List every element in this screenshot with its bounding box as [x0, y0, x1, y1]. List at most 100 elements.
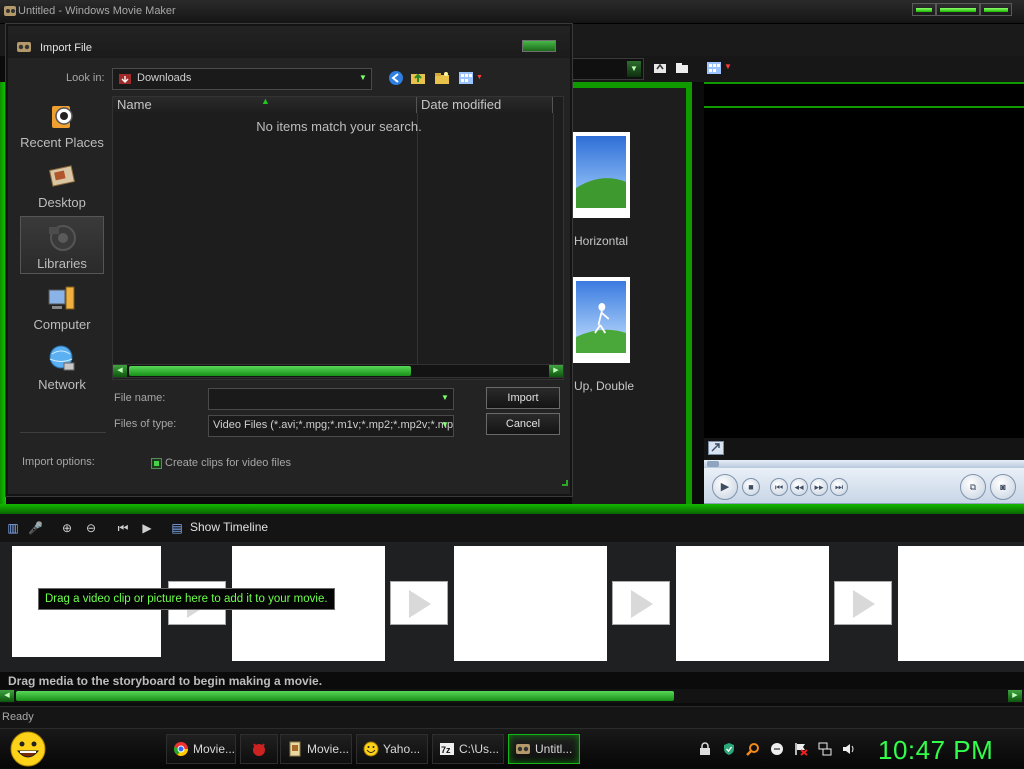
preview-screen — [704, 108, 1024, 438]
taskbar-item-chrome[interactable]: Movie... — [166, 734, 236, 764]
storyboard-scrollbar[interactable]: ◀ ▶ — [0, 689, 1024, 703]
split-clip-icon[interactable]: ⧉ — [960, 474, 986, 500]
view-dropdown-arrow-icon[interactable]: ▼ — [724, 62, 732, 71]
scroll-right-icon[interactable]: ▶ — [1008, 690, 1022, 702]
lock-icon[interactable] — [698, 742, 712, 756]
zoom-out-icon[interactable]: ⊖ — [84, 521, 98, 535]
scroll-right-icon[interactable]: ▶ — [549, 365, 563, 377]
chevron-down-icon: ▼ — [627, 61, 641, 77]
zoom-in-icon[interactable]: ⊕ — [60, 521, 74, 535]
next-frame-icon[interactable]: ⏭ — [830, 478, 848, 496]
storyboard-hint: Drag media to the storyboard to begin ma… — [8, 674, 323, 688]
taskbar-item-movie-maker[interactable]: Untitl... — [508, 734, 580, 764]
maximize-button[interactable] — [936, 3, 980, 16]
fast-forward-icon[interactable]: ▸▸ — [810, 478, 828, 496]
transition-slot[interactable] — [390, 581, 448, 625]
file-name-input[interactable]: ▼ — [208, 388, 454, 410]
take-picture-icon[interactable]: ◙ — [990, 474, 1016, 500]
taskbar-item-movie[interactable]: Movie... — [280, 734, 352, 764]
movie-maker-icon — [4, 6, 16, 16]
new-folder-icon[interactable] — [674, 60, 690, 76]
rewind-icon[interactable]: ◂◂ — [790, 478, 808, 496]
cancel-button[interactable]: Cancel — [486, 413, 560, 435]
place-recent-places[interactable]: Recent Places — [20, 96, 104, 154]
storyboard-slot[interactable] — [454, 546, 607, 661]
network-status-icon[interactable] — [818, 742, 832, 756]
column-header-name[interactable]: Name ▲ — [113, 96, 417, 113]
taskbar-item-devil[interactable] — [240, 734, 278, 764]
column-header-date-modified[interactable]: Date modified — [417, 97, 553, 113]
create-clips-checkbox[interactable] — [151, 458, 162, 469]
place-libraries[interactable]: Libraries — [20, 216, 104, 274]
place-network[interactable]: Network — [20, 338, 104, 396]
yahoo-messenger-icon — [363, 741, 379, 757]
taskbar: Movie... Movie... Yaho... 7z C:\Us... Un… — [0, 728, 1024, 768]
collections-dropdown[interactable]: ▼ — [572, 58, 644, 80]
collection-pane: Horizontal Up, Double — [572, 82, 692, 506]
show-timeline-button[interactable]: Show Timeline — [190, 520, 268, 534]
seek-bar[interactable] — [704, 460, 1024, 468]
resize-grip[interactable] — [562, 480, 568, 486]
play-storyboard-icon[interactable]: ▶ — [140, 521, 154, 535]
movie-maker-icon — [17, 42, 31, 52]
set-audio-levels-icon[interactable]: ▥ — [6, 521, 20, 535]
back-icon[interactable] — [388, 70, 404, 86]
taskbar-item-yahoo[interactable]: Yaho... — [356, 734, 428, 764]
collections-toolbar: ▼ ▼ — [572, 56, 1024, 82]
movie-maker-icon — [516, 744, 530, 754]
computer-icon — [48, 286, 75, 310]
collection-item-thumbnail[interactable] — [572, 132, 630, 218]
new-folder-icon[interactable] — [434, 70, 450, 86]
places-separator — [20, 432, 106, 433]
view-menu-icon[interactable] — [458, 70, 474, 86]
import-button[interactable]: Import — [486, 387, 560, 409]
storyboard-slot[interactable] — [676, 546, 829, 661]
close-window-button[interactable] — [980, 3, 1012, 16]
look-in-dropdown[interactable]: Downloads ▼ — [112, 68, 372, 90]
shield-icon[interactable] — [722, 742, 736, 756]
view-options-icon[interactable] — [706, 60, 722, 76]
dialog-close-button[interactable] — [522, 40, 556, 52]
rewind-storyboard-icon[interactable]: ⏮ — [116, 521, 130, 535]
place-computer[interactable]: Computer — [20, 278, 104, 336]
view-menu-arrow-icon[interactable]: ▼ — [476, 74, 483, 81]
files-of-type-dropdown[interactable]: Video Files (*.avi;*.mpg;*.m1v;*.mp2;*.m… — [208, 415, 454, 437]
place-desktop[interactable]: Desktop — [20, 156, 104, 214]
dialog-title: Import File — [40, 42, 92, 54]
play-icon[interactable]: ▶ — [712, 474, 738, 500]
storyboard-slot[interactable] — [898, 546, 1024, 661]
look-in-label: Look in: — [66, 72, 105, 84]
detach-player-icon[interactable] — [708, 441, 724, 455]
narrate-icon[interactable]: 🎤 — [28, 521, 43, 535]
file-list-scrollbar[interactable]: ◀ ▶ — [112, 364, 564, 378]
transition-slot[interactable] — [612, 581, 670, 625]
svg-text:7z: 7z — [441, 745, 451, 755]
stop-icon[interactable]: ■ — [742, 478, 760, 496]
collection-item-thumbnail[interactable] — [572, 277, 630, 363]
scroll-thumb[interactable] — [16, 691, 674, 701]
taskbar-item-7zip[interactable]: 7z C:\Us... — [432, 734, 504, 764]
storyboard-toolbar: ▥ 🎤 ⊕ ⊖ ⏮ ▶ ▤ — [0, 514, 1024, 542]
scroll-left-icon[interactable]: ◀ — [113, 365, 127, 377]
timeline-icon[interactable]: ▤ — [170, 521, 184, 535]
previous-frame-icon[interactable]: ⏮ — [770, 478, 788, 496]
downloads-folder-icon — [119, 74, 131, 84]
transition-slot[interactable] — [834, 581, 892, 625]
action-center-flag-icon[interactable] — [794, 742, 808, 756]
file-list[interactable]: Name ▲ Date modified No items match your… — [112, 96, 564, 380]
volume-icon[interactable] — [842, 742, 856, 756]
place-label: Recent Places — [20, 135, 104, 150]
column-divider — [417, 113, 418, 365]
search-icon[interactable] — [746, 742, 760, 756]
scroll-thumb[interactable] — [129, 366, 411, 376]
desktop-icon — [48, 165, 76, 187]
seek-thumb[interactable] — [707, 461, 719, 467]
messenger-status-icon[interactable] — [770, 742, 784, 756]
start-button-smiley-icon[interactable] — [6, 729, 50, 769]
up-folder-icon[interactable] — [410, 70, 426, 86]
taskbar-clock[interactable]: 10:47 PM — [878, 735, 993, 766]
empty-list-message: No items match your search. — [256, 119, 422, 134]
scroll-left-icon[interactable]: ◀ — [0, 690, 14, 702]
up-folder-icon[interactable] — [652, 60, 668, 76]
minimize-button[interactable] — [912, 3, 936, 16]
